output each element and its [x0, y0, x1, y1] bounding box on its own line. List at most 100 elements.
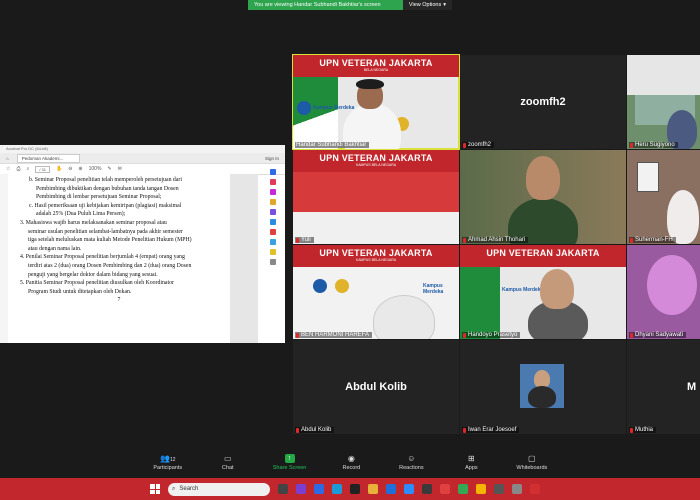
participants-icon: 👥12 [159, 454, 176, 463]
send-comments-icon[interactable] [270, 249, 276, 255]
file-explorer-icon[interactable] [368, 484, 378, 494]
kampus-merdeka-logo: Kampus Merdeka [313, 105, 355, 111]
mail-icon[interactable] [386, 484, 396, 494]
more-tools-icon[interactable] [270, 259, 276, 265]
zoom-out-icon[interactable]: ⊖ [68, 166, 72, 172]
edit-pdf-icon[interactable] [270, 189, 276, 195]
participant-name: Abdul Kolib [295, 427, 335, 433]
banner-subtitle: KAMPUS BELA NEGARA [355, 163, 397, 167]
document-tab[interactable]: Pedoman Akademi... [16, 153, 81, 163]
video-tile-suherman[interactable]: Suherman-FH [627, 150, 700, 244]
banner-title: UPN VETERAN JAKARTA [319, 58, 433, 68]
protect-icon[interactable] [270, 229, 276, 235]
emblem-icon [335, 279, 349, 293]
zoom-icon[interactable] [404, 484, 414, 494]
video-tile-dhyani[interactable]: Dhyani Sadyawati [627, 245, 700, 339]
print-icon[interactable]: ⎙ [16, 166, 20, 172]
participant-name: BEN HARMONI HAREFA [295, 332, 373, 338]
doc-line: penguji yang bergelar doktor dalam bidan… [28, 271, 158, 278]
reactions-icon: ☺ [407, 454, 416, 463]
participant-name: Ahmad Ahsin Thohari [462, 237, 529, 243]
view-options-button[interactable]: View Options ▾ [402, 0, 452, 10]
banner-subtitle: BELA NEGARA [363, 68, 389, 72]
video-tile-yuli[interactable]: UPN VETERAN JAKARTA KAMPUS BELA NEGARA Y… [293, 150, 459, 244]
name-label: Heru Sugiyono [635, 142, 675, 148]
dropbox-icon[interactable] [314, 484, 324, 494]
search-icon[interactable]: ⌕ [27, 166, 30, 172]
save-icon[interactable]: ☆ [6, 166, 10, 172]
zoom-in-icon[interactable]: ⊕ [78, 166, 82, 172]
sign-in-button[interactable]: Sign In [265, 156, 279, 161]
doc-line: c. Hasil pemeriksaan uji kebijakan kemir… [29, 202, 182, 209]
shared-document-window: Acrobat Pro DC (64-bit) ⌂ Pedoman Akadem… [0, 145, 285, 343]
name-label: Yuli [301, 237, 311, 243]
app-icon[interactable] [512, 484, 522, 494]
banner-subtitle: KAMPUS BELA NEGARA [355, 258, 397, 262]
whiteboard-icon: ▢ [528, 454, 536, 463]
chrome-icon[interactable] [476, 484, 486, 494]
apps-button[interactable]: ⊞ Apps [456, 448, 486, 478]
share-screen-button[interactable]: ↑ Share Screen [273, 448, 306, 478]
chat-button[interactable]: ▭ Chat [213, 448, 243, 478]
home-tab[interactable]: ⌂ [6, 156, 9, 161]
participant-name: Heru Sugiyono [629, 142, 678, 148]
app-icon[interactable] [350, 484, 360, 494]
fill-sign-icon[interactable] [270, 239, 276, 245]
taskbar-search[interactable]: ⌕ Search [168, 482, 270, 496]
building-background [627, 55, 700, 95]
doc-tabbar: ⌂ Pedoman Akademi... Sign In [0, 153, 285, 164]
video-tile-ben[interactable]: UPN VETERAN JAKARTA KAMPUS BELA NEGARA K… [293, 245, 459, 339]
app-icon[interactable] [422, 484, 432, 494]
video-tile-abdul[interactable]: Abdul Kolib Abdul Kolib [293, 340, 459, 434]
whiteboards-button[interactable]: ▢ Whiteboards [516, 448, 547, 478]
doc-line: 4. Penilai Seminar Proposal penelitian b… [20, 254, 185, 261]
viewing-message: You are viewing Handar Subhandi Bakhtiar… [248, 0, 403, 10]
export-pdf-icon[interactable] [270, 169, 276, 175]
zoom-level[interactable]: 100% [89, 166, 102, 172]
video-tile-handar[interactable]: UPN VETERAN JAKARTA BELA NEGARA Kampus M… [292, 54, 460, 150]
media-icon[interactable] [494, 484, 504, 494]
doc-line: 3. Mahasiswa wajib harus melaksanakan se… [20, 219, 167, 226]
mail-icon[interactable]: ✉ [118, 166, 122, 172]
comment-tool-icon[interactable] [270, 199, 276, 205]
profile-picture [520, 364, 564, 408]
profile-body [528, 386, 556, 408]
edge-icon[interactable] [332, 484, 342, 494]
participant-hair [356, 79, 384, 89]
participant-face [526, 156, 560, 200]
participant-name: Handar Subhandi Bakhtiar [295, 142, 370, 148]
app-icon[interactable] [530, 484, 540, 494]
task-view-icon[interactable] [278, 484, 288, 494]
meet-icon[interactable] [296, 484, 306, 494]
participants-button[interactable]: 👥12 Participants [153, 448, 183, 478]
hand-tool-icon[interactable]: ✋ [56, 166, 62, 172]
comment-icon[interactable]: ✎ [107, 166, 111, 172]
video-tile-ahmad[interactable]: Ahmad Ahsin Thohari [460, 150, 626, 244]
record-button[interactable]: ◉ Record [336, 448, 366, 478]
reactions-button[interactable]: ☺ Reactions [396, 448, 426, 478]
organize-pages-icon[interactable] [270, 219, 276, 225]
view-options-label: View Options [408, 2, 442, 8]
doc-line: b. Seminar Proposal penelitian telah mem… [29, 177, 182, 183]
red-background [293, 172, 459, 212]
video-tile-handoyo[interactable]: UPN VETERAN JAKARTA Kampus Merdeka Hando… [460, 245, 626, 339]
apps-label: Apps [465, 465, 478, 471]
windows-start-icon[interactable] [150, 484, 160, 494]
acrobat-icon[interactable] [440, 484, 450, 494]
combine-files-icon[interactable] [270, 209, 276, 215]
page-box[interactable]: / 31 [35, 165, 50, 173]
participant-name: Suherman-FH [629, 237, 676, 243]
chrome-icon[interactable] [458, 484, 468, 494]
doc-line: adalah 25% (Dua Puluh Lima Persen); [36, 211, 126, 218]
video-tile-muthia[interactable]: M Muthia [627, 340, 700, 434]
video-tile-iwan[interactable]: Iwan Erar Joesoef [460, 340, 626, 434]
banner-title: UPN VETERAN JAKARTA [319, 248, 433, 258]
muted-mic-icon [296, 237, 299, 243]
video-tile-zoomfh2[interactable]: zoomfh2 zoomfh2 [460, 55, 626, 149]
muted-mic-icon [296, 427, 299, 433]
name-label: Dhyani Sadyawati [635, 332, 684, 338]
create-pdf-icon[interactable] [270, 179, 276, 185]
muted-mic-icon [630, 332, 633, 338]
name-label: zoomfh2 [468, 142, 492, 148]
video-tile-heru[interactable]: Heru Sugiyono [627, 55, 700, 149]
